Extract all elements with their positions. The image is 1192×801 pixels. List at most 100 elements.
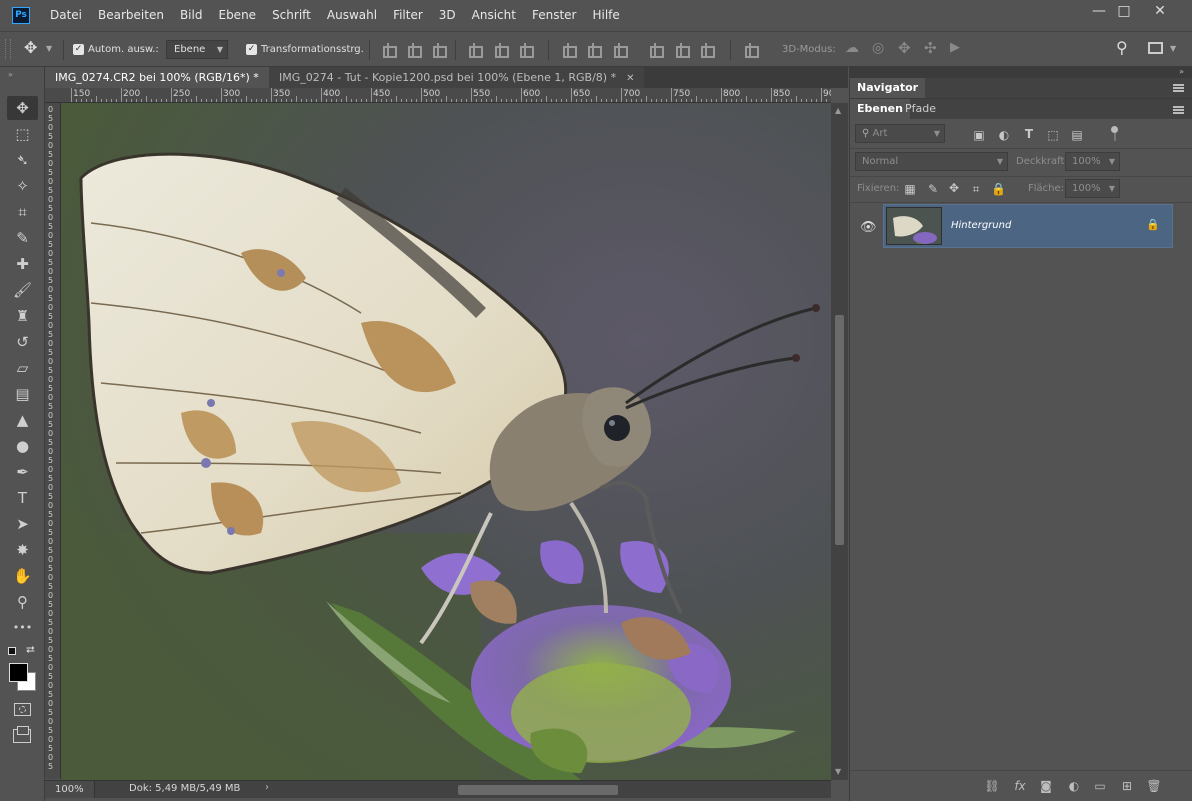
- panel-menu-icon[interactable]: [1173, 84, 1184, 92]
- maximize-button[interactable]: □: [1107, 0, 1141, 22]
- menu-ansicht[interactable]: Ansicht: [464, 8, 524, 22]
- align-bottom-icon[interactable]: [431, 43, 447, 58]
- menu-filter[interactable]: Filter: [385, 8, 431, 22]
- dodge-tool-icon[interactable]: ●: [7, 434, 38, 458]
- menu-schrift[interactable]: Schrift: [264, 8, 319, 22]
- zoom-level-field[interactable]: 100%: [45, 781, 95, 798]
- filter-toggle-icon[interactable]: [1111, 126, 1118, 133]
- magic-wand-tool-icon[interactable]: ✧: [7, 174, 38, 198]
- link-layers-icon[interactable]: ⛓: [984, 779, 1000, 793]
- menu-3d[interactable]: 3D: [431, 8, 464, 22]
- 3d-orbit-icon[interactable]: ☁: [845, 40, 859, 56]
- distribute-top-icon[interactable]: [561, 43, 577, 58]
- path-selection-tool-icon[interactable]: ➤: [7, 512, 38, 536]
- trash-icon[interactable]: 🗑: [1146, 779, 1162, 793]
- panel-menu-icon[interactable]: [1173, 106, 1184, 114]
- opacity-field[interactable]: 100% ▼: [1065, 152, 1120, 171]
- menu-bearbeiten[interactable]: Bearbeiten: [90, 8, 172, 22]
- lock-transparent-pixels-icon[interactable]: ▦: [903, 182, 917, 196]
- align-horizontal-center-icon[interactable]: [493, 43, 509, 58]
- options-grip[interactable]: [5, 39, 11, 59]
- 3d-roll-icon[interactable]: ◎: [872, 40, 884, 56]
- chevron-down-icon[interactable]: ▼: [46, 44, 52, 53]
- menu-bild[interactable]: Bild: [172, 8, 211, 22]
- scroll-up-arrow[interactable]: ▲: [835, 106, 841, 115]
- lock-icon[interactable]: 🔒: [1146, 218, 1160, 231]
- close-window-button[interactable]: ✕: [1143, 0, 1177, 22]
- new-layer-icon[interactable]: ⊞: [1119, 779, 1135, 793]
- layer-visibility-eye-icon[interactable]: 👁: [860, 220, 877, 235]
- 3d-camera-icon[interactable]: ▶: [950, 40, 960, 55]
- ruler-horizontal[interactable]: 150 200 250 300 350 400 450 500 550 600 650 700 750 8…: [45, 88, 831, 103]
- new-group-folder-icon[interactable]: ▭: [1092, 779, 1108, 793]
- add-mask-icon[interactable]: ◙: [1038, 779, 1054, 793]
- layer-row-hintergrund[interactable]: Hintergrund 🔒: [883, 204, 1173, 248]
- pen-tool-icon[interactable]: ✒: [7, 460, 38, 484]
- filter-adjustment-layers-icon[interactable]: ◐: [997, 128, 1011, 142]
- lock-image-pixels-icon[interactable]: ✎: [926, 182, 940, 196]
- distribute-right-icon[interactable]: [699, 43, 715, 58]
- menu-auswahl[interactable]: Auswahl: [319, 8, 385, 22]
- tab-img-0274-psd[interactable]: IMG_0274 - Tut - Kopie1200.psd bei 100% …: [269, 67, 645, 88]
- swap-colors-icon[interactable]: ⮂: [26, 643, 35, 657]
- align-top-icon[interactable]: [381, 43, 397, 58]
- panel-dock-header[interactable]: [850, 67, 1192, 78]
- lock-all-icon[interactable]: 🔒: [991, 182, 1006, 196]
- layer-filter-kind-dropdown[interactable]: ⚲ Art ▼: [855, 124, 945, 143]
- blur-tool-icon[interactable]: ▲: [7, 408, 38, 432]
- distribute-bottom-icon[interactable]: [612, 43, 628, 58]
- screen-mode-icon[interactable]: [13, 726, 31, 743]
- eraser-tool-icon[interactable]: ▱: [7, 356, 38, 380]
- collapse-panels-icon[interactable]: »: [1179, 67, 1184, 76]
- scroll-down-arrow[interactable]: ▼: [835, 767, 841, 776]
- transform-controls-checkbox[interactable]: ✓: [246, 44, 257, 55]
- close-icon[interactable]: ✕: [626, 73, 634, 84]
- horizontal-scroll-thumb[interactable]: [458, 785, 618, 795]
- search-icon[interactable]: ⚲: [1116, 38, 1128, 57]
- menu-fenster[interactable]: Fenster: [524, 8, 585, 22]
- filter-smart-objects-icon[interactable]: ▤: [1070, 128, 1084, 142]
- align-right-icon[interactable]: [518, 43, 534, 58]
- align-left-icon[interactable]: [467, 43, 483, 58]
- clone-stamp-tool-icon[interactable]: ♜: [7, 304, 38, 328]
- foreground-color-swatch[interactable]: [9, 663, 28, 682]
- distribute-left-icon[interactable]: [648, 43, 664, 58]
- menu-ebene[interactable]: Ebene: [210, 8, 264, 22]
- marquee-tool-icon[interactable]: ⬚: [7, 122, 38, 146]
- blend-mode-dropdown[interactable]: Normal ▼: [855, 152, 1008, 171]
- filter-type-layers-icon[interactable]: T: [1022, 127, 1036, 141]
- auto-align-layers-icon[interactable]: [743, 43, 759, 58]
- move-tool-preset-icon[interactable]: ✥: [24, 38, 37, 57]
- default-colors-icon[interactable]: [8, 647, 16, 655]
- type-tool-icon[interactable]: T: [7, 486, 38, 510]
- lasso-tool-icon[interactable]: ➴: [7, 148, 38, 172]
- collapse-panel-icon[interactable]: »: [8, 70, 13, 79]
- fill-field[interactable]: 100% ▼: [1065, 179, 1120, 198]
- tab-paths[interactable]: Pfade: [898, 99, 943, 119]
- canvas-vertical-scrollbar[interactable]: ▲ ▼: [831, 103, 848, 780]
- align-vertical-center-icon[interactable]: [406, 43, 422, 58]
- more-tools-icon[interactable]: •••: [7, 616, 38, 640]
- auto-select-target-dropdown[interactable]: Ebene ▼: [166, 40, 228, 59]
- healing-brush-tool-icon[interactable]: ✚: [7, 252, 38, 276]
- history-brush-tool-icon[interactable]: ↺: [7, 330, 38, 354]
- zoom-tool-icon[interactable]: ⚲: [7, 590, 38, 614]
- tab-img-0274-cr2[interactable]: IMG_0274.CR2 bei 100% (RGB/16*) *✕: [45, 67, 288, 88]
- auto-select-checkbox[interactable]: ✓: [73, 44, 84, 55]
- tab-navigator[interactable]: Navigator: [850, 78, 926, 98]
- crop-tool-icon[interactable]: ⌗: [7, 200, 38, 224]
- menu-datei[interactable]: Datei: [42, 8, 90, 22]
- ruler-vertical[interactable]: 0505050505050505050505050505050505050505…: [45, 103, 61, 779]
- gradient-tool-icon[interactable]: ▤: [7, 382, 38, 406]
- adjustment-layer-icon[interactable]: ◐: [1066, 779, 1082, 793]
- menu-hilfe[interactable]: Hilfe: [584, 8, 627, 22]
- quick-mask-icon[interactable]: [14, 703, 31, 716]
- chevron-down-icon[interactable]: ▼: [1170, 44, 1176, 53]
- status-menu-arrow[interactable]: ›: [265, 782, 269, 793]
- filter-pixel-layers-icon[interactable]: ▣: [972, 128, 986, 142]
- 3d-pan-icon[interactable]: ✥: [898, 39, 911, 57]
- custom-shape-tool-icon[interactable]: ✸: [7, 538, 38, 562]
- move-tool-icon[interactable]: ✥: [7, 96, 38, 120]
- lock-artboard-icon[interactable]: ⌗: [969, 182, 983, 196]
- distribute-horizontal-center-icon[interactable]: [674, 43, 690, 58]
